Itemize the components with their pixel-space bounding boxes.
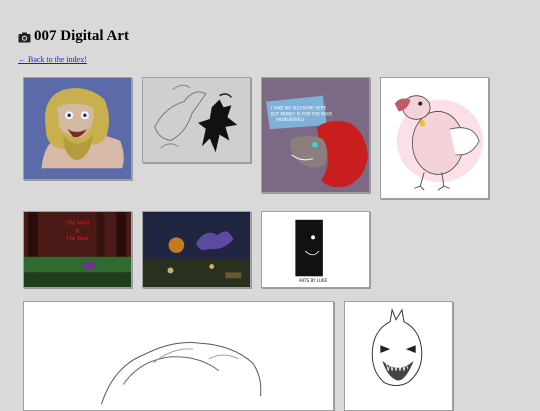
speech-line-1: I TAKE NO PLEASURE HERE. xyxy=(271,105,328,110)
gallery-image-monster-sketch[interactable] xyxy=(344,301,453,411)
gallery-image-bearded-figure[interactable] xyxy=(23,77,132,180)
gallery-image-wolf-speech[interactable]: I TAKE NO PLEASURE HERE. BUT MONEY IS FO… xyxy=(261,77,370,193)
back-to-index-link[interactable]: ← Back to the index! xyxy=(18,55,87,64)
speech-line-3: (HUNGERING) xyxy=(276,117,305,122)
gallery-image-pink-bird[interactable] xyxy=(380,77,489,199)
gallery-image-wolf-and-bear[interactable]: The Wolf & The Bear xyxy=(23,211,132,288)
gallery-image-line-sketch[interactable] xyxy=(23,301,334,411)
page-title: 007 Digital Art xyxy=(18,28,129,45)
artwork-title-line-1: The Wolf xyxy=(66,220,91,227)
page-title-text: 007 Digital Art xyxy=(34,28,129,44)
artwork-title-line-3: The Bear xyxy=(66,235,90,242)
camera-icon xyxy=(18,31,31,43)
artwork-title-line-2: & xyxy=(75,227,80,234)
artwork-caption: ARTS BY LUKE xyxy=(299,278,328,283)
gallery-image-creature-sketch[interactable] xyxy=(142,77,251,163)
gallery-image-dark-figure[interactable]: ARTS BY LUKE xyxy=(261,211,370,288)
speech-line-2: BUT MONEY IS FOR THE NAVE. xyxy=(271,111,334,116)
gallery-image-night-scene[interactable] xyxy=(142,211,251,288)
